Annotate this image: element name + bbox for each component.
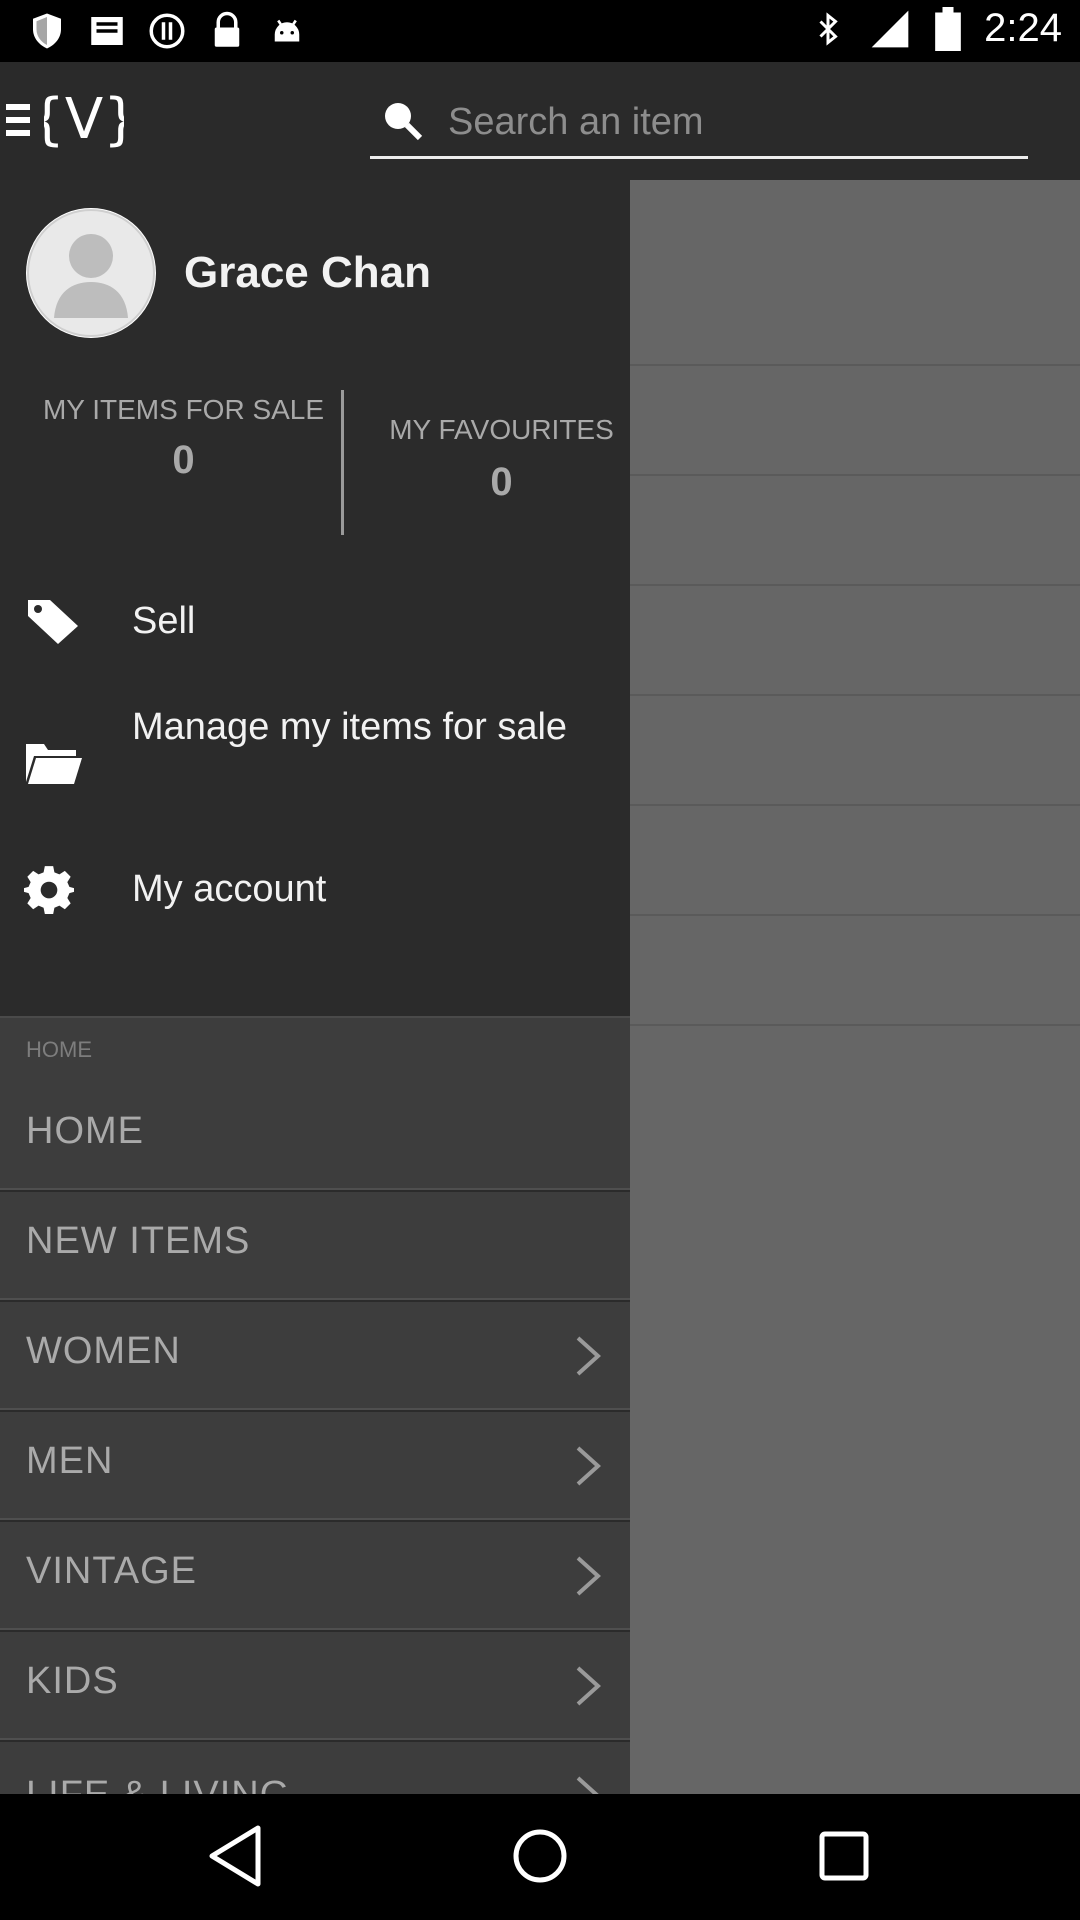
dim-divider <box>630 914 1080 916</box>
menu-item-my-account[interactable]: My account <box>0 848 630 948</box>
menu-item-manage-items[interactable]: Manage my items for sale <box>0 690 630 840</box>
home-icon[interactable] <box>500 1816 580 1896</box>
person-icon <box>27 209 155 337</box>
search-icon <box>385 103 423 141</box>
battery-icon <box>935 6 961 51</box>
android-icon <box>274 19 300 42</box>
dim-divider <box>630 584 1080 586</box>
category-vintage[interactable]: VINTAGE <box>0 1522 630 1630</box>
navigation-drawer: Grace Chan MY ITEMS FOR SALE 0 MY FAVOUR… <box>0 180 630 1794</box>
shield-icon <box>33 13 61 49</box>
stat-label: MY FAVOURITES <box>389 414 614 445</box>
app-logo-text: {V} <box>44 87 124 152</box>
bluetooth-icon <box>819 11 838 46</box>
category-women[interactable]: WOMEN <box>0 1302 630 1410</box>
category-label: NEW ITEMS <box>26 1220 251 1262</box>
app-bar: {V} <box>0 62 1080 180</box>
dimmed-content-overlay[interactable] <box>630 180 1080 1794</box>
avatar[interactable] <box>26 208 156 338</box>
menu-item-sell[interactable]: Sell <box>0 580 630 680</box>
category-label: LIFE & LIVING <box>26 1774 290 1794</box>
search-bar[interactable] <box>370 88 1028 159</box>
category-label: HOME <box>26 1110 144 1152</box>
status-right: 2:24 <box>810 6 1062 51</box>
status-left-icons <box>26 10 308 52</box>
category-life-living[interactable]: LIFE & LIVING <box>0 1742 630 1794</box>
chevron-right-icon <box>576 1336 601 1376</box>
chevron-right-icon <box>576 1446 601 1486</box>
folder-icon <box>26 744 82 784</box>
category-label: KIDS <box>26 1660 119 1702</box>
dim-divider <box>630 1024 1080 1026</box>
recents-icon[interactable] <box>804 1816 884 1896</box>
dim-divider <box>630 474 1080 476</box>
search-input[interactable] <box>446 92 1020 152</box>
inbox-icon <box>91 17 123 45</box>
stat-value: 0 <box>172 438 195 482</box>
profile-header[interactable]: Grace Chan <box>0 180 630 380</box>
category-men[interactable]: MEN <box>0 1412 630 1520</box>
category-new-items[interactable]: NEW ITEMS <box>0 1192 630 1300</box>
tag-icon <box>28 600 78 644</box>
system-nav-bar <box>0 1794 1080 1920</box>
menu-item-label: My account <box>132 868 327 910</box>
app-logo[interactable]: {V} <box>44 84 124 154</box>
settings-circle-icon <box>149 13 185 49</box>
category-label: WOMEN <box>26 1330 181 1372</box>
category-kids[interactable]: KIDS <box>0 1632 630 1740</box>
chevron-right-icon <box>576 1776 599 1794</box>
menu-item-label: Sell <box>132 600 196 642</box>
signal-icon <box>871 10 909 47</box>
stat-items-for-sale[interactable]: MY ITEMS FOR SALE 0 <box>26 390 341 483</box>
hamburger-icon[interactable] <box>6 100 30 140</box>
chevron-right-icon <box>576 1666 601 1706</box>
gear-icon <box>24 866 74 914</box>
category-label: VINTAGE <box>26 1550 197 1592</box>
dim-divider <box>630 364 1080 366</box>
status-time: 2:24 <box>984 6 1062 50</box>
dim-divider <box>630 804 1080 806</box>
menu-item-label: Manage my items for sale <box>132 706 568 748</box>
stat-label: MY ITEMS FOR SALE <box>42 394 325 425</box>
lock-icon <box>214 11 240 47</box>
chevron-right-icon <box>576 1556 601 1596</box>
category-home[interactable]: HOME <box>0 1082 630 1190</box>
status-bar: 2:24 <box>0 0 1080 62</box>
dim-divider <box>630 694 1080 696</box>
back-icon[interactable] <box>196 1816 276 1896</box>
category-label: MEN <box>26 1440 114 1482</box>
section-header: HOME <box>0 1018 630 1082</box>
stat-value: 0 <box>490 460 513 504</box>
stats-panel: MY ITEMS FOR SALE 0 MY FAVOURITES 0 <box>0 390 630 540</box>
stat-favourites[interactable]: MY FAVOURITES 0 <box>344 390 630 505</box>
user-name: Grace Chan <box>184 248 431 297</box>
